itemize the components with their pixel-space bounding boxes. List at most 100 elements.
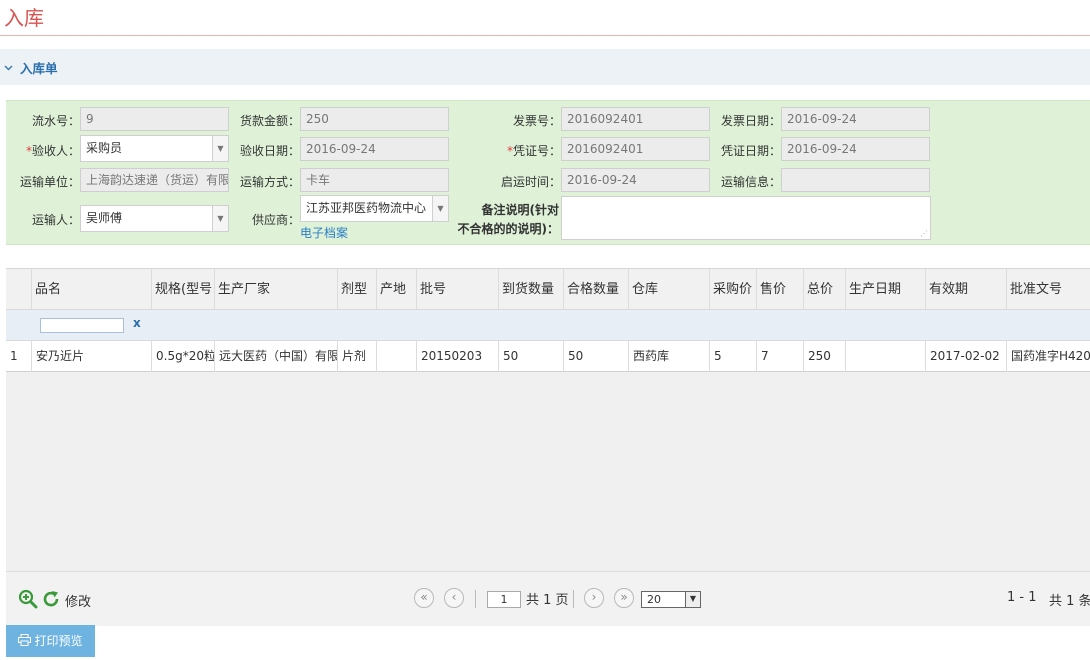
- inspect-date-label: 验收日期：: [239, 144, 300, 158]
- table-cell[interactable]: 片剂: [338, 341, 377, 372]
- remark-label-line1: 备注说明(针对: [481, 203, 560, 217]
- column-header[interactable]: 有效期: [926, 269, 1007, 310]
- print-preview-button[interactable]: 打印预览: [6, 625, 95, 657]
- pager-separator: [573, 590, 574, 608]
- table-cell[interactable]: 0.5g*20粒: [152, 341, 215, 372]
- carrier-field[interactable]: 上海韵达速递（货运）有限: [80, 168, 229, 192]
- column-header[interactable]: 到货数量: [499, 269, 564, 310]
- inspect-date-field[interactable]: 2016-09-24: [300, 137, 449, 161]
- amount-label: 货款金额：: [239, 114, 300, 128]
- inspector-select-value: 采购员: [86, 141, 123, 155]
- inspector-label: *验收人：: [8, 142, 80, 159]
- column-header[interactable]: 仓库: [629, 269, 710, 310]
- section-title: 入库单: [20, 60, 58, 76]
- remark-label-line2: 不合格的的说明)：: [457, 222, 560, 236]
- table-cell[interactable]: 安乃近片: [32, 341, 152, 372]
- e-archive-link[interactable]: 电子档案: [300, 224, 348, 241]
- column-header[interactable]: 合格数量: [564, 269, 629, 310]
- voucher-no-field[interactable]: 2016092401: [561, 137, 710, 161]
- grid-pager: 修改 « ‹ 1 共 1 页 › » 20 ▼ 1 - 1 共 1 条: [6, 571, 1090, 626]
- table-row[interactable]: 1 安乃近片 0.5g*20粒 远大医药（中国）有限 片剂 20150203 5…: [6, 341, 1090, 372]
- transport-mode-field[interactable]: 卡车: [300, 168, 449, 192]
- page-title: 入库: [4, 6, 44, 30]
- serial-field[interactable]: 9: [80, 107, 229, 131]
- table-cell[interactable]: 5: [710, 341, 757, 372]
- items-grid: 品名 规格(型号 生产厂家 剂型 产地 批号 到货数量 合格数量 仓库 采购价 …: [6, 268, 1090, 626]
- inspector-label-text: 验收人：: [31, 144, 80, 158]
- section-header[interactable]: 入库单: [0, 49, 1090, 85]
- transport-mode-label: 运输方式：: [239, 175, 300, 189]
- column-header[interactable]: 批准文号: [1007, 269, 1090, 310]
- transporter-select[interactable]: 吴师傅 ▼: [80, 205, 229, 232]
- print-preview-label: 打印预览: [34, 634, 83, 648]
- table-cell[interactable]: [377, 341, 417, 372]
- zoom-in-icon[interactable]: [18, 589, 38, 612]
- pager-separator: [475, 590, 476, 608]
- table-cell[interactable]: [846, 341, 926, 372]
- dropdown-arrow-icon[interactable]: ▼: [432, 196, 448, 221]
- invoice-no-label: 发票号：: [512, 114, 561, 128]
- resize-grip-icon[interactable]: ⋰: [920, 229, 928, 238]
- last-page-icon[interactable]: »: [614, 588, 634, 608]
- amount-field[interactable]: 250: [300, 107, 449, 131]
- supplier-label: 供应商：: [251, 213, 300, 227]
- table-cell[interactable]: 50: [564, 341, 629, 372]
- column-header[interactable]: 品名: [32, 269, 152, 310]
- invoice-date-field[interactable]: 2016-09-24: [781, 107, 930, 131]
- table-cell[interactable]: 西药库: [629, 341, 710, 372]
- page-size-value: 20: [647, 593, 661, 606]
- row-number: 1: [6, 341, 32, 372]
- grid-header: 品名 规格(型号 生产厂家 剂型 产地 批号 到货数量 合格数量 仓库 采购价 …: [6, 269, 1090, 310]
- ship-time-label: 启运时间：: [500, 175, 561, 189]
- table-cell[interactable]: 2017-02-02: [926, 341, 1007, 372]
- dropdown-arrow-icon[interactable]: ▼: [212, 206, 228, 231]
- transporter-select-value: 吴师傅: [86, 211, 123, 225]
- carrier-label: 运输单位：: [19, 175, 80, 189]
- transport-info-field[interactable]: [781, 168, 930, 192]
- voucher-date-label: 凭证日期：: [720, 144, 781, 158]
- filter-row: x: [6, 310, 1090, 341]
- remark-textarea[interactable]: ⋰: [561, 196, 931, 240]
- column-header[interactable]: 采购价: [710, 269, 757, 310]
- voucher-no-label: *凭证号：: [486, 142, 561, 159]
- printer-icon: [18, 626, 32, 658]
- transporter-label: 运输人：: [31, 213, 80, 227]
- column-header[interactable]: 售价: [757, 269, 804, 310]
- table-cell[interactable]: 50: [499, 341, 564, 372]
- edit-button[interactable]: 修改: [65, 591, 91, 610]
- ship-time-field[interactable]: 2016-09-24: [561, 168, 710, 192]
- dropdown-arrow-icon[interactable]: ▼: [685, 592, 700, 607]
- voucher-date-field[interactable]: 2016-09-24: [781, 137, 930, 161]
- row-number-header: [6, 269, 32, 310]
- table-cell[interactable]: 7: [757, 341, 804, 372]
- column-header[interactable]: 生产日期: [846, 269, 926, 310]
- page-number-input[interactable]: 1: [487, 591, 521, 608]
- inspector-select[interactable]: 采购员 ▼: [80, 135, 229, 162]
- table-cell[interactable]: 远大医药（中国）有限: [215, 341, 338, 372]
- record-range-text: 1 - 1: [1007, 590, 1037, 605]
- column-header[interactable]: 总价: [804, 269, 846, 310]
- column-header[interactable]: 生产厂家: [215, 269, 338, 310]
- next-page-icon[interactable]: ›: [584, 588, 604, 608]
- table-cell[interactable]: 国药准字H420: [1007, 341, 1090, 372]
- prev-page-icon[interactable]: ‹: [444, 588, 464, 608]
- column-header[interactable]: 规格(型号: [152, 269, 215, 310]
- invoice-no-field[interactable]: 2016092401: [561, 107, 710, 131]
- supplier-select[interactable]: 江苏亚邦医药物流中心 ▼: [300, 195, 449, 222]
- table-cell[interactable]: 20150203: [417, 341, 499, 372]
- invoice-date-label: 发票日期：: [720, 114, 781, 128]
- refresh-icon[interactable]: [41, 589, 61, 612]
- filter-input[interactable]: [40, 318, 124, 333]
- first-page-icon[interactable]: «: [414, 588, 434, 608]
- supplier-select-value: 江苏亚邦医药物流中心: [306, 201, 427, 215]
- title-divider: [0, 35, 1090, 36]
- page-size-select[interactable]: 20 ▼: [641, 591, 701, 608]
- column-header[interactable]: 产地: [377, 269, 417, 310]
- filter-clear-button[interactable]: x: [133, 316, 141, 330]
- column-header[interactable]: 剂型: [338, 269, 377, 310]
- dropdown-arrow-icon[interactable]: ▼: [212, 136, 228, 161]
- table-cell[interactable]: 250: [804, 341, 846, 372]
- record-total-text: 共 1 条: [1049, 594, 1090, 609]
- column-header[interactable]: 批号: [417, 269, 499, 310]
- chevron-down-icon[interactable]: [4, 61, 16, 74]
